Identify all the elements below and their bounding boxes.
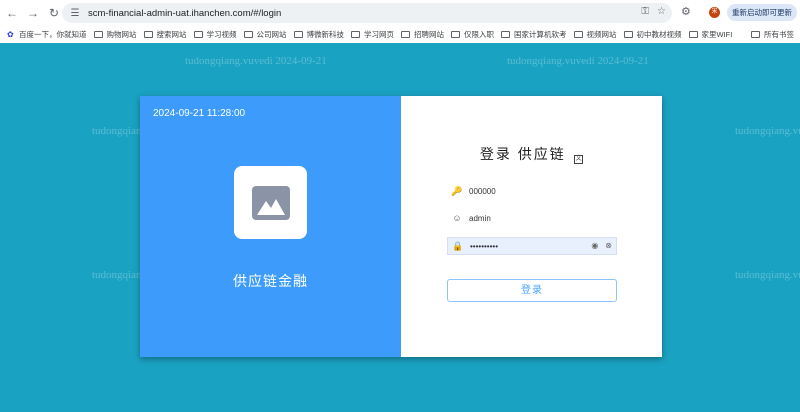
watermark: tudongqiang.vuvedi 2024-09-21 (735, 269, 800, 281)
language-switch-icon[interactable]: 文 (574, 155, 584, 164)
bookmark-folder[interactable]: 国家计算机软考 (501, 29, 567, 40)
folder-icon (751, 30, 760, 38)
brand-panel: 2024-09-21 11:28:00 供应链金融 (140, 96, 401, 357)
folder-icon (501, 30, 510, 38)
reload-icon[interactable]: ↻ (45, 4, 63, 22)
image-placeholder-icon (251, 185, 290, 220)
bookmark-folder[interactable]: 公司网站 (243, 29, 287, 40)
tenant-field[interactable]: 🔑 000000 (447, 182, 617, 200)
password-key-icon[interactable]: ⚿ (641, 6, 649, 17)
folder-icon (401, 30, 410, 38)
bookmark-folder[interactable]: 家里WIFI (688, 29, 732, 40)
password-value[interactable]: •••••••••• (470, 242, 498, 251)
folder-icon (93, 30, 103, 38)
user-icon: ☺ (452, 213, 462, 223)
login-button[interactable]: 登录 (447, 279, 617, 302)
show-password-icon[interactable]: ◉ (591, 241, 598, 250)
bookmark-item[interactable]: ✿ 百度一下，你就知道 (7, 29, 87, 40)
login-form-panel: 登录 供应链 文 🔑 000000 ☺ admin 🔒 •••••••••• ◉… (401, 96, 662, 357)
login-card: 2024-09-21 11:28:00 供应链金融 登录 供应链 文 🔑 000… (140, 96, 662, 357)
logo (234, 166, 307, 239)
login-title: 登录 供应链 (479, 146, 566, 162)
folder-icon (451, 30, 460, 38)
bookmark-folder[interactable]: 仅限入职 (451, 29, 494, 40)
bookmark-star-icon[interactable]: ☆ (657, 6, 666, 17)
browser-toolbar: ← → ↻ ☰ scm-financial-admin-uat.ihanchen… (0, 0, 800, 26)
all-bookmarks[interactable]: 所有书签 (751, 26, 794, 42)
folder-icon (688, 30, 698, 38)
lock-icon: 🔒 (452, 240, 464, 251)
watermark: tudongqiang.vuvedi 2024-09-21 (507, 55, 649, 67)
extensions-icon[interactable]: ⚙ (681, 5, 691, 18)
login-title-row: 登录 供应链 文 (401, 144, 662, 164)
address-bar[interactable]: ☰ scm-financial-admin-uat.ihanchen.com/#… (62, 3, 672, 23)
bookmark-folder[interactable]: 视频网站 (573, 29, 617, 40)
folder-icon (293, 30, 303, 38)
folder-icon (143, 30, 153, 38)
bookmark-folder[interactable]: 博微新科技 (293, 29, 344, 40)
login-page: tudongqiang.vuvedi 2024-09-21 tudongqian… (0, 43, 800, 412)
forward-icon[interactable]: → (24, 4, 42, 22)
baidu-paw-icon: ✿ (7, 29, 14, 39)
folder-icon (243, 30, 253, 38)
update-button[interactable]: 重新启动即可更新 (727, 4, 797, 21)
browser-chrome: ← → ↻ ☰ scm-financial-admin-uat.ihanchen… (0, 0, 800, 43)
profile-avatar[interactable]: 宋 (709, 7, 720, 18)
folder-icon (623, 30, 633, 38)
username-value[interactable]: admin (469, 214, 491, 223)
url-text[interactable]: scm-financial-admin-uat.ihanchen.com/#/l… (88, 8, 281, 19)
watermark: tudongqiang.vuvedi 2024-09-21 (185, 55, 327, 67)
bookmark-folder[interactable]: 学习网页 (351, 29, 394, 40)
username-field[interactable]: ☺ admin (447, 209, 617, 227)
back-icon[interactable]: ← (3, 4, 21, 22)
key-icon: 🔑 (451, 185, 463, 196)
site-info-icon[interactable]: ☰ (68, 8, 82, 19)
bookmarks-bar: ✿ 百度一下，你就知道 购物网站 搜索网站 学习视频 公司网站 博微新科技 学习网… (0, 26, 800, 42)
folder-icon (573, 30, 583, 38)
bookmark-folder[interactable]: 招聘网站 (401, 29, 444, 40)
brand-name: 供应链金融 (233, 273, 308, 289)
bookmark-folder[interactable]: 学习视频 (193, 29, 237, 40)
bookmark-folder[interactable]: 购物网站 (93, 29, 137, 40)
clear-input-icon[interactable]: ⊗ (605, 241, 612, 250)
folder-icon (193, 30, 203, 38)
bookmark-folder[interactable]: 初中教材视频 (623, 29, 682, 40)
tenant-value[interactable]: 000000 (469, 187, 496, 196)
folder-icon (351, 30, 360, 38)
bookmark-folder[interactable]: 搜索网站 (143, 29, 187, 40)
current-datetime: 2024-09-21 11:28:00 (153, 108, 246, 119)
password-field[interactable]: 🔒 •••••••••• ◉ ⊗ (447, 237, 617, 255)
watermark: tudongqiang.vuvedi 2024-09-21 (735, 125, 800, 137)
